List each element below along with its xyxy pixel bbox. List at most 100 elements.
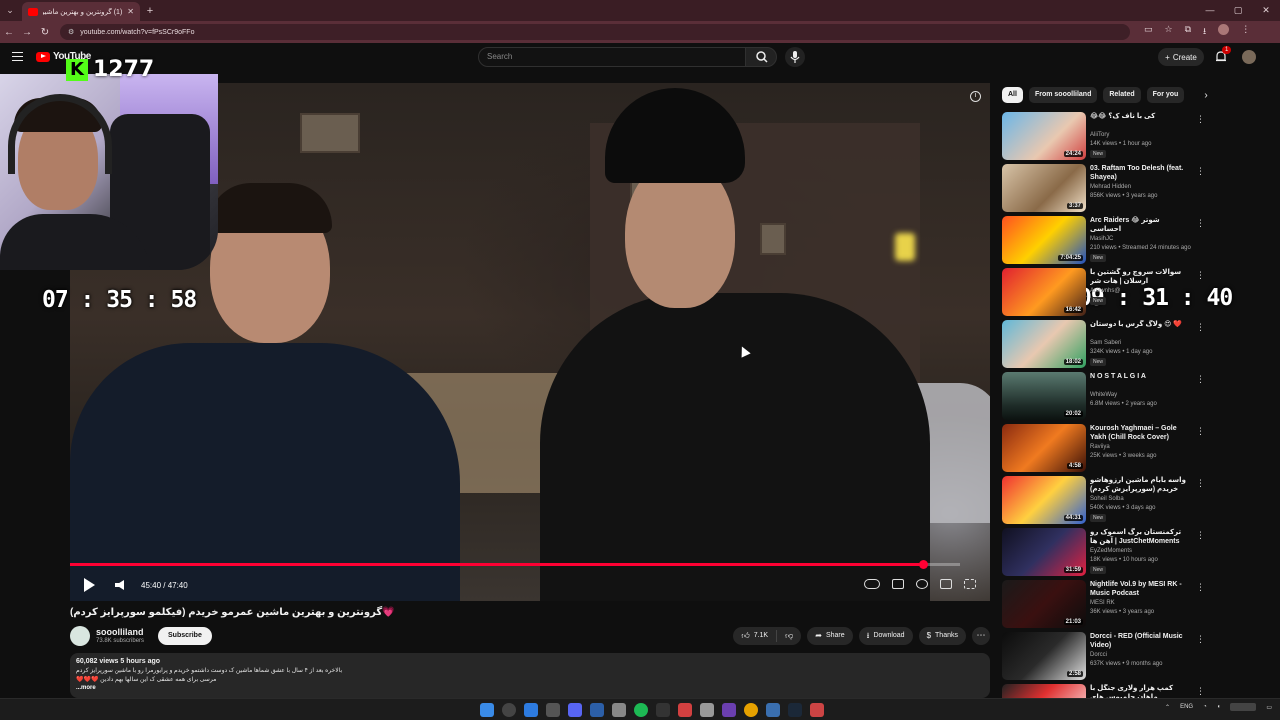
recommended-video-title[interactable]: Arc Raiders 😂 شوتر احساسی (1090, 216, 1186, 234)
recommended-video[interactable]: 31:59 ترکمنستان برگ اسموک رو آهن ها | Jus… (1002, 528, 1242, 578)
video-thumbnail[interactable]: 20:02 (1002, 372, 1086, 420)
cast-icon[interactable]: ▭ (1144, 24, 1153, 40)
back-icon[interactable]: ← (0, 27, 18, 38)
video-thumbnail[interactable]: 21:03 (1002, 580, 1086, 628)
recommended-channel-name[interactable]: EyZedMoments (1090, 548, 1132, 554)
recommended-video[interactable]: 3:37 03. Raftam Too Delesh (feat. Shayea)… (1002, 164, 1242, 214)
thanks-button[interactable]: $ Thanks (918, 627, 966, 645)
recommended-video[interactable]: 7:04:25 Arc Raiders 😂 شوتر احساسی MasihJC 2… (1002, 216, 1242, 266)
recommended-video[interactable]: کمپ هزار ولاری جنگل با ماهان چلمپوس های⋮ (1002, 684, 1242, 720)
recommended-video[interactable]: 21:03 Nightlife Vol.9 by MESI RK - Music … (1002, 580, 1242, 630)
download-icon[interactable]: ⭳ (1203, 24, 1206, 40)
subtitles-icon[interactable] (892, 579, 904, 589)
recommended-channel-name[interactable]: Raviiya (1090, 444, 1110, 450)
clock[interactable] (1230, 703, 1257, 711)
recommended-channel-name[interactable]: WhiteWay (1090, 392, 1117, 398)
video-thumbnail[interactable]: 24:24 (1002, 112, 1086, 160)
video-options-icon[interactable]: ⋮ (1196, 478, 1205, 489)
recommended-video-title[interactable]: N O S T A L G I A (1090, 372, 1186, 381)
recommended-video[interactable]: 18:02 ولاگ گرس با دوستان 😍 ❤️ Sam Saberi 32… (1002, 320, 1242, 370)
video-options-icon[interactable]: ⋮ (1196, 530, 1205, 541)
video-options-icon[interactable]: ⋮ (1196, 114, 1205, 125)
recommended-video-title[interactable]: 😂😂 کی با ناف ک؟ (1090, 112, 1186, 121)
chrome-icon[interactable] (744, 703, 758, 717)
app-icon[interactable] (656, 703, 670, 717)
recommended-video[interactable]: 2:58 Dorcci - RED (Official Music Video) D… (1002, 632, 1242, 682)
new-tab-icon[interactable]: + (140, 5, 160, 17)
download-button[interactable]: ⭳ Download (858, 627, 913, 645)
recommended-channel-name[interactable]: Soheil Solba (1090, 496, 1124, 502)
video-thumbnail[interactable]: 7:04:25 (1002, 216, 1086, 264)
app-icon[interactable] (722, 703, 736, 717)
recommended-channel-name[interactable]: MESI RK (1090, 600, 1115, 606)
play-icon[interactable] (84, 578, 95, 592)
video-thumbnail[interactable]: 2:58 (1002, 632, 1086, 680)
speaker-icon[interactable]: ◖ (1217, 704, 1221, 710)
video-options-icon[interactable]: ⋮ (1196, 426, 1205, 437)
app-icon[interactable] (810, 703, 824, 717)
app-icon[interactable] (700, 703, 714, 717)
recommended-channel-name[interactable]: Arslwnhs@ (1090, 288, 1120, 294)
discord-icon[interactable] (568, 703, 582, 717)
spotify-icon[interactable] (634, 703, 648, 717)
recommended-video[interactable]: 4:58 Kourosh Yaghmaei – Gole Yakh (Chill … (1002, 424, 1242, 474)
recommended-video[interactable]: 24:24 😂😂 کی با ناف ک؟ AliiTory 14K views • … (1002, 112, 1242, 162)
video-thumbnail[interactable]: 3:37 (1002, 164, 1086, 212)
notification-center-icon[interactable]: ▭ (1266, 704, 1272, 711)
video-options-icon[interactable]: ⋮ (1196, 374, 1205, 385)
video-options-icon[interactable]: ⋮ (1196, 218, 1205, 229)
recommended-video-title[interactable]: Dorcci - RED (Official Music Video) (1090, 632, 1186, 650)
app-icon[interactable] (524, 703, 538, 717)
app-icon[interactable] (766, 703, 780, 717)
video-options-icon[interactable]: ⋮ (1196, 322, 1205, 333)
voice-search-button[interactable] (785, 47, 805, 67)
tray-chevron-icon[interactable]: ⌃ (1165, 704, 1170, 711)
recommended-video-title[interactable]: Kourosh Yaghmaei – Gole Yakh (Chill Rock… (1090, 424, 1186, 442)
like-button[interactable]: 👍︎ 7.1K (733, 627, 776, 645)
recommended-video[interactable]: 44:31 واسه بابام ماشین آرزوهاشو خریدم (سو… (1002, 476, 1242, 526)
close-window-icon[interactable]: ✕ (1252, 0, 1280, 21)
settings-gear-icon[interactable] (916, 579, 928, 589)
channel-name[interactable]: sooolliland (96, 627, 144, 637)
tab-search-icon[interactable]: ⌄ (0, 0, 20, 21)
browser-menu-icon[interactable]: ⋮ (1241, 24, 1250, 40)
dislike-button[interactable]: 👎︎ (777, 627, 801, 645)
address-bar[interactable]: ⚙ youtube.com/watch?v=fPsSCr9oFFo (60, 24, 1130, 40)
steam-icon[interactable] (788, 703, 802, 717)
show-more-link[interactable]: ...more (76, 685, 984, 691)
profile-avatar[interactable] (1218, 24, 1230, 35)
app-icon[interactable] (612, 703, 626, 717)
recommended-video-title[interactable]: سوالات سروچ رو گشتین با ارسلان | هات شر (1090, 268, 1186, 286)
bookmark-star-icon[interactable]: ☆ (1165, 24, 1173, 40)
wifi-icon[interactable]: ◔ (1203, 704, 1207, 710)
account-avatar[interactable] (1242, 50, 1256, 64)
chip-all[interactable]: All (1002, 87, 1023, 103)
chevron-right-icon[interactable]: › (1204, 90, 1207, 101)
recommended-video-title[interactable]: Nightlife Vol.9 by MESI RK - Music Podca… (1090, 580, 1186, 598)
windows-start-icon[interactable] (480, 703, 494, 717)
forward-icon[interactable]: → (18, 27, 36, 38)
subscribe-button[interactable]: Subscribe (158, 627, 212, 645)
chip-related[interactable]: Related (1103, 87, 1141, 103)
maximize-icon[interactable]: ▢ (1224, 0, 1252, 21)
close-tab-icon[interactable]: ✕ (127, 7, 134, 16)
progress-bar[interactable] (70, 560, 960, 569)
language-indicator[interactable]: ENG (1180, 704, 1193, 710)
create-button[interactable]: + Create (1158, 48, 1204, 66)
chip-from-channel[interactable]: From sooolliland (1028, 87, 1098, 103)
fullscreen-icon[interactable] (964, 579, 976, 589)
video-thumbnail[interactable]: 18:02 (1002, 320, 1086, 368)
recommended-video-title[interactable]: 03. Raftam Too Delesh (feat. Shayea) (1090, 164, 1186, 182)
video-options-icon[interactable]: ⋮ (1196, 270, 1205, 281)
video-thumbnail[interactable]: 16:42 (1002, 268, 1086, 316)
recommended-video-title[interactable]: ترکمنستان برگ اسموک رو آهن ها | JustChet… (1090, 528, 1186, 547)
video-thumbnail[interactable]: 4:58 (1002, 424, 1086, 472)
app-icon[interactable] (590, 703, 604, 717)
app-icon[interactable] (546, 703, 560, 717)
info-icon[interactable]: i (970, 91, 981, 102)
video-thumbnail[interactable]: 31:59 (1002, 528, 1086, 576)
channel-avatar[interactable] (70, 626, 90, 646)
miniplayer-icon[interactable] (940, 579, 952, 589)
recommended-video-title[interactable]: ولاگ گرس با دوستان 😍 ❤️ (1090, 320, 1186, 329)
chip-for-you[interactable]: For you (1146, 87, 1185, 103)
